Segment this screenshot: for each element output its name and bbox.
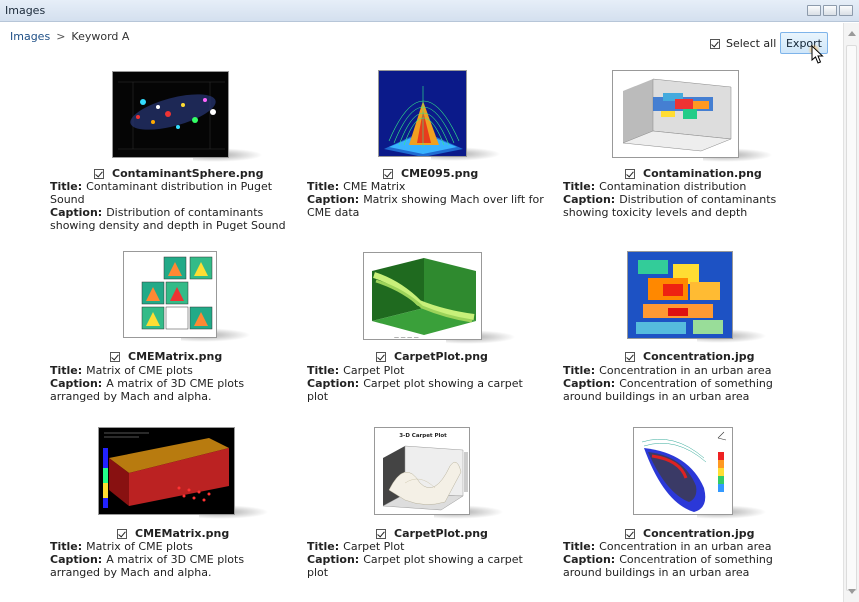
file-name-row: ContaminantSphere.png: [94, 167, 263, 180]
title-label: Title:: [307, 180, 340, 193]
title-label: Title:: [563, 540, 596, 553]
title-label: Title:: [50, 180, 83, 193]
caption-label: Caption:: [307, 193, 360, 206]
image-select-checkbox[interactable]: [110, 351, 120, 362]
caption-label: Caption:: [563, 377, 616, 390]
minimize-button[interactable]: [807, 5, 821, 16]
image-thumbnail[interactable]: [123, 251, 251, 342]
title-label: Title:: [307, 540, 340, 553]
title-label: Title:: [307, 364, 340, 377]
image-thumbnail[interactable]: [633, 427, 767, 519]
caption-label: Caption:: [50, 377, 103, 390]
image-thumbnail[interactable]: [98, 427, 269, 519]
image-select-checkbox[interactable]: [376, 351, 386, 362]
title-label: Title:: [563, 364, 596, 377]
image-title: Contamination distribution: [599, 180, 747, 193]
image-select-checkbox[interactable]: [94, 168, 104, 179]
vertical-scrollbar[interactable]: [843, 23, 859, 602]
image-metadata: Title: Matrix of CME plots Caption: A matr…: [50, 540, 290, 579]
image-select-checkbox[interactable]: [117, 528, 127, 539]
image-thumbnail[interactable]: [378, 70, 501, 161]
image-thumbnail[interactable]: [112, 71, 263, 162]
file-name-row: Concentration.jpg: [625, 527, 755, 540]
window-title: Images: [5, 4, 46, 17]
window-titlebar: Images: [0, 0, 859, 22]
carpet-plot-title: 3-D Carpet Plot: [399, 433, 447, 439]
mouse-cursor-icon: [808, 44, 824, 64]
image-title: Matrix of CME plots: [86, 540, 193, 553]
file-name-row: CarpetPlot.png: [376, 527, 488, 540]
caption-label: Caption:: [563, 193, 616, 206]
caption-label: Caption:: [50, 206, 103, 219]
image-thumbnail[interactable]: [627, 251, 767, 343]
breadcrumb-separator: >: [56, 30, 66, 43]
image-title: Matrix of CME plots: [86, 364, 193, 377]
image-metadata: Title: Concentration in an urban area Cap…: [563, 540, 803, 579]
image-metadata: Title: Carpet Plot Caption: Carpet plot sh…: [307, 364, 547, 403]
image-thumbnail[interactable]: [612, 70, 773, 162]
image-select-checkbox[interactable]: [625, 351, 635, 362]
title-label: Title:: [50, 540, 83, 553]
file-name: Concentration.jpg: [643, 350, 755, 363]
close-button[interactable]: [839, 5, 853, 16]
image-title: CME Matrix: [343, 180, 406, 193]
select-all-label: Select all: [726, 37, 777, 50]
file-name: Contamination.png: [643, 167, 762, 180]
file-name: CMEMatrix.png: [135, 527, 230, 540]
scroll-down-icon[interactable]: [848, 589, 856, 594]
file-name: Concentration.jpg: [643, 527, 755, 540]
caption-label: Caption:: [307, 553, 360, 566]
caption-label: Caption:: [307, 377, 360, 390]
image-metadata: Title: CME Matrix Caption: Matrix showing …: [307, 180, 547, 219]
breadcrumb: Images > Keyword A: [10, 30, 129, 43]
file-name: CarpetPlot.png: [394, 350, 488, 363]
maximize-button[interactable]: [823, 5, 837, 16]
image-thumbnail[interactable]: 3-D Carpet Plot: [374, 427, 504, 519]
file-name: CMEMatrix.png: [128, 350, 223, 363]
image-title: Carpet Plot: [343, 540, 405, 553]
image-metadata: Title: Contamination distribution Caption…: [563, 180, 803, 219]
breadcrumb-images-link[interactable]: Images: [10, 30, 50, 43]
image-metadata: Title: Contaminant distribution in Puget …: [50, 180, 290, 232]
file-name: ContaminantSphere.png: [112, 167, 264, 180]
scroll-up-icon[interactable]: [848, 31, 856, 36]
image-select-checkbox[interactable]: [625, 528, 635, 539]
file-name: CarpetPlot.png: [394, 527, 488, 540]
image-thumbnail[interactable]: — — — —: [363, 252, 516, 344]
file-name: CME095.png: [401, 167, 479, 180]
caption-label: Caption:: [50, 553, 103, 566]
file-name-row: CMEMatrix.png: [117, 527, 229, 540]
title-label: Title:: [563, 180, 596, 193]
caption-label: Caption:: [563, 553, 616, 566]
title-label: Title:: [50, 364, 83, 377]
image-metadata: Title: Matrix of CME plots Caption: A matr…: [50, 364, 290, 403]
file-name-row: CMEMatrix.png: [110, 350, 222, 363]
image-metadata: Title: Carpet Plot Caption: Carpet plot sh…: [307, 540, 547, 579]
image-title: Concentration in an urban area: [599, 540, 772, 553]
image-select-checkbox[interactable]: [376, 528, 386, 539]
image-select-checkbox[interactable]: [383, 168, 393, 179]
file-name-row: CarpetPlot.png: [376, 350, 488, 363]
file-name-row: CME095.png: [383, 167, 478, 180]
svg-text:— — — —: — — — —: [394, 335, 419, 340]
image-title: Carpet Plot: [343, 364, 405, 377]
image-title: Contaminant distribution in Puget Sound: [50, 180, 273, 206]
image-title: Concentration in an urban area: [599, 364, 772, 377]
image-select-checkbox[interactable]: [625, 168, 635, 179]
file-name-row: Concentration.jpg: [625, 350, 755, 363]
image-metadata: Title: Concentration in an urban area Cap…: [563, 364, 803, 403]
select-all-checkbox[interactable]: [710, 38, 720, 49]
select-all-control[interactable]: Select all: [710, 37, 776, 50]
breadcrumb-current: Keyword A: [71, 30, 130, 43]
file-name-row: Contamination.png: [625, 167, 762, 180]
window-controls: [807, 5, 853, 16]
scrollbar-thumb[interactable]: [846, 45, 857, 591]
